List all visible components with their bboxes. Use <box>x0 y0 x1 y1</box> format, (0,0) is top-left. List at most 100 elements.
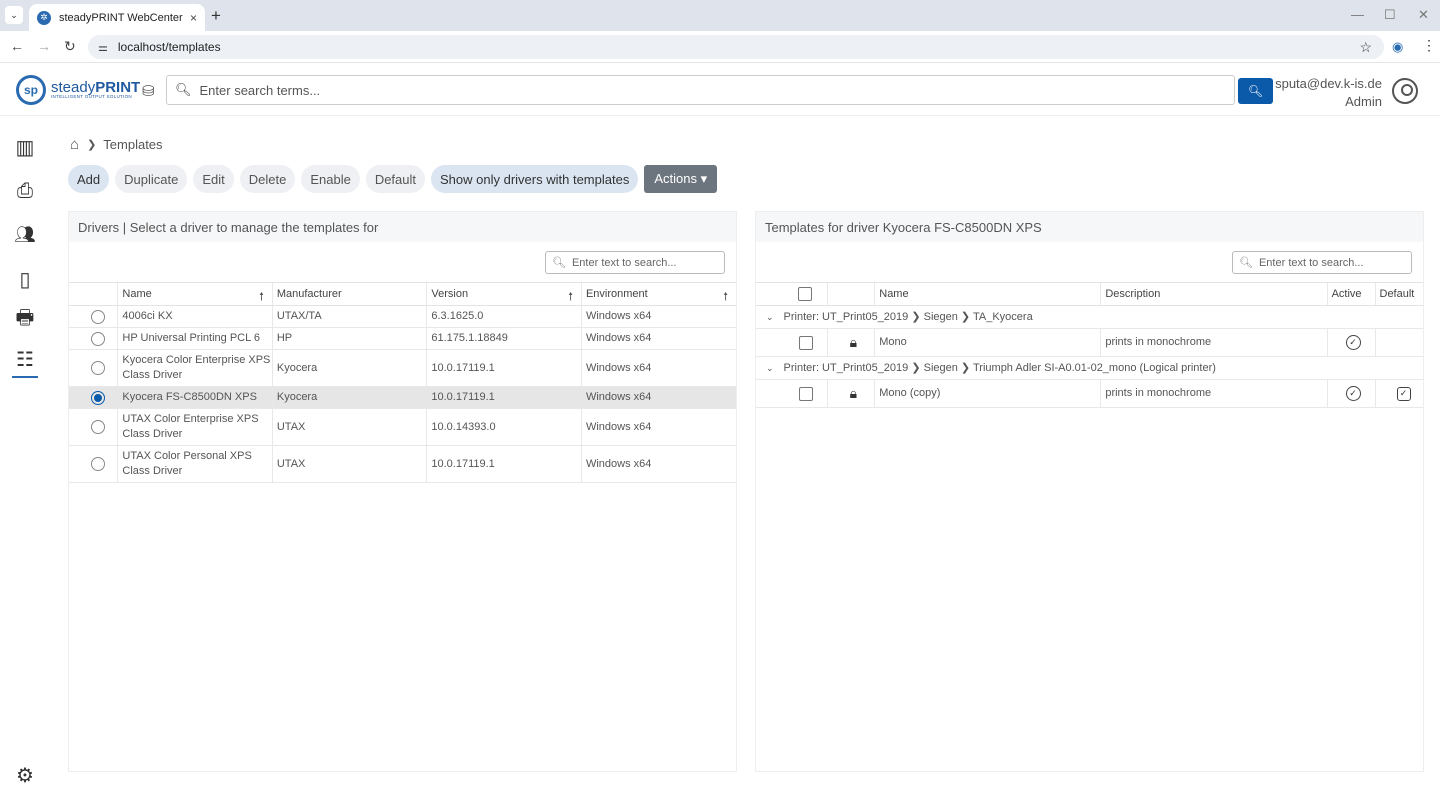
lock-icon: 🔒︎ <box>827 328 875 357</box>
reload-icon[interactable]: ↻ <box>64 38 76 55</box>
url-field[interactable]: ⚌ localhost/templates ☆ <box>88 35 1384 59</box>
driver-radio[interactable] <box>91 420 105 434</box>
driver-environment: Windows x64 <box>580 349 736 387</box>
group-row[interactable]: ⌄ Printer: UT_Print05_2019 ❯ Siegen ❯ Tri… <box>756 356 1423 380</box>
user-info[interactable]: sputa@dev.k-is.de Admin <box>1275 75 1382 111</box>
driver-radio[interactable] <box>91 309 105 324</box>
edit-button[interactable]: Edit <box>193 165 234 193</box>
site-info-icon[interactable]: ⚌ <box>98 41 108 54</box>
driver-version: 10.0.17119.1 <box>426 386 582 409</box>
templates-icon[interactable]: ☷ <box>12 346 38 378</box>
logo-tagline: INTELLIGENT OUTPUT SOLUTION <box>51 94 132 100</box>
browser-menu-icon[interactable]: ⋮ <box>1422 37 1436 54</box>
maximize-icon[interactable]: ☐ <box>1384 7 1396 23</box>
table-row[interactable]: UTAX Color Personal XPS Class Driver UTA… <box>69 445 736 483</box>
database-icon[interactable]: ⛁ <box>142 82 155 100</box>
driver-version: 61.175.1.18849 <box>426 327 582 350</box>
table-row-selected[interactable]: Kyocera FS-C8500DN XPS Kyocera 10.0.1711… <box>69 386 736 409</box>
collapse-chevron-icon[interactable]: ⌄ <box>766 363 774 373</box>
driver-radio[interactable] <box>91 457 105 471</box>
table-row[interactable]: Kyocera Color Enterprise XPS Class Drive… <box>69 349 736 387</box>
back-icon[interactable]: ← <box>10 38 24 54</box>
search-button[interactable]: 🔍︎ <box>1238 78 1273 104</box>
toolbar: Add Duplicate Edit Delete Enable Default… <box>68 165 723 193</box>
bookmark-star-icon[interactable]: ☆ <box>1359 39 1372 56</box>
enable-button[interactable]: Enable <box>301 165 360 193</box>
column-header-name[interactable]: Name 🠕 <box>117 282 273 307</box>
column-header-default[interactable]: Default <box>1374 282 1423 306</box>
driver-name: UTAX Color Personal XPS Class Driver <box>117 445 273 483</box>
breadcrumb-current: Templates <box>103 137 163 152</box>
active-check-icon: ✓ <box>1345 386 1361 401</box>
new-tab-button[interactable]: + <box>211 6 221 26</box>
row-checkbox[interactable] <box>799 335 813 350</box>
group-row[interactable]: ⌄ Printer: UT_Print05_2019 ❯ Siegen ❯ TA_… <box>756 305 1423 329</box>
driver-radio-selected[interactable] <box>91 390 105 405</box>
column-header-environment[interactable]: Environment 🠕 <box>580 282 736 307</box>
tab-title: steadyPRINT WebCenter <box>59 11 183 24</box>
template-description: prints in monochrome <box>1100 328 1328 357</box>
default-button[interactable]: Default <box>365 165 426 193</box>
home-icon[interactable]: ⌂ <box>70 136 79 153</box>
table-row[interactable]: UTAX Color Enterprise XPS Class Driver U… <box>69 408 736 446</box>
column-header-description[interactable]: Description <box>1100 282 1328 306</box>
actions-dropdown-button[interactable]: Actions ▾ <box>644 165 718 193</box>
global-search-field[interactable]: 🔍︎ <box>166 75 1235 105</box>
global-search-input[interactable] <box>199 82 1234 98</box>
select-all-checkbox[interactable] <box>798 287 812 301</box>
row-checkbox[interactable] <box>799 386 813 401</box>
sort-arrow-icon[interactable]: 🠕 <box>723 288 728 307</box>
mobile-icon[interactable]: ▯ <box>12 266 38 292</box>
table-row[interactable]: 4006ci KX UTAX/TA 6.3.1625.0 Windows x64 <box>69 305 736 328</box>
settings-icon[interactable]: ⚙ <box>12 762 38 788</box>
steadyprint-logo[interactable]: sp steadyPRINT INTELLIGENT OUTPUT SOLUTI… <box>16 75 140 105</box>
browser-tab[interactable]: ✲ steadyPRINT WebCenter × <box>29 4 205 31</box>
column-header-version[interactable]: Version 🠕 <box>426 282 582 307</box>
app-header: sp steadyPRINT INTELLIGENT OUTPUT SOLUTI… <box>0 64 1440 116</box>
driver-name: HP Universal Printing PCL 6 <box>117 327 273 350</box>
table-row[interactable]: HP Universal Printing PCL 6 HP 61.175.1.… <box>69 327 736 350</box>
active-check-icon: ✓ <box>1345 335 1361 350</box>
url-text: localhost/templates <box>117 40 221 54</box>
drivers-search-field[interactable]: 🔍︎ <box>545 251 725 274</box>
users-icon[interactable]: 👥︎ <box>12 222 38 248</box>
driver-radio[interactable] <box>91 361 105 375</box>
printer-alt-icon[interactable]: 🖶︎ <box>12 307 38 333</box>
user-avatar-icon[interactable] <box>1392 78 1418 104</box>
column-header-manufacturer[interactable]: Manufacturer <box>271 282 427 306</box>
printer-icon[interactable]: ⎙ <box>12 178 38 204</box>
driver-environment: Windows x64 <box>580 408 736 446</box>
column-header-name[interactable]: Name <box>874 282 1101 306</box>
sort-arrow-icon[interactable]: 🠕 <box>568 288 573 307</box>
close-window-icon[interactable]: ✕ <box>1418 7 1429 23</box>
driver-version: 10.0.14393.0 <box>426 408 582 446</box>
column-header-active[interactable]: Active <box>1326 282 1375 306</box>
search-icon: 🔍︎ <box>175 82 192 97</box>
browser-profile-icon[interactable]: ◉ <box>1392 39 1403 55</box>
table-row[interactable]: 🔒︎ Mono (copy) prints in monochrome ✓ ✓ <box>756 379 1423 408</box>
tab-list-dropdown[interactable]: ⌄ <box>5 6 23 24</box>
driver-manufacturer: Kyocera <box>271 386 427 409</box>
duplicate-button[interactable]: Duplicate <box>115 165 188 193</box>
delete-button[interactable]: Delete <box>239 165 296 193</box>
table-row[interactable]: 🔒︎ Mono prints in monochrome ✓ <box>756 328 1423 357</box>
driver-radio[interactable] <box>91 331 105 346</box>
templates-search-input[interactable] <box>1258 256 1411 269</box>
collapse-chevron-icon[interactable]: ⌄ <box>766 312 774 322</box>
breadcrumb: ⌂ ❯ Templates <box>70 136 163 153</box>
driver-version: 10.0.17119.1 <box>426 445 582 483</box>
forward-icon[interactable]: → <box>37 38 51 54</box>
minimize-icon[interactable]: — <box>1351 7 1364 22</box>
templates-search-field[interactable]: 🔍︎ <box>1232 251 1412 274</box>
driver-environment: Windows x64 <box>580 305 736 328</box>
logo-mark-icon: sp <box>16 75 46 105</box>
sort-arrow-icon[interactable]: 🠕 <box>259 288 264 307</box>
dashboard-icon[interactable]: ▥ <box>12 134 38 160</box>
drivers-search-input[interactable] <box>571 256 724 269</box>
close-tab-icon[interactable]: × <box>190 11 197 25</box>
drivers-panel: Drivers | Select a driver to manage the … <box>68 211 737 772</box>
driver-manufacturer: HP <box>271 327 427 350</box>
show-only-drivers-with-templates-button[interactable]: Show only drivers with templates <box>431 165 639 193</box>
group-label: Printer: UT_Print05_2019 ❯ Siegen ❯ Triu… <box>783 361 1216 374</box>
add-button[interactable]: Add <box>68 165 110 193</box>
